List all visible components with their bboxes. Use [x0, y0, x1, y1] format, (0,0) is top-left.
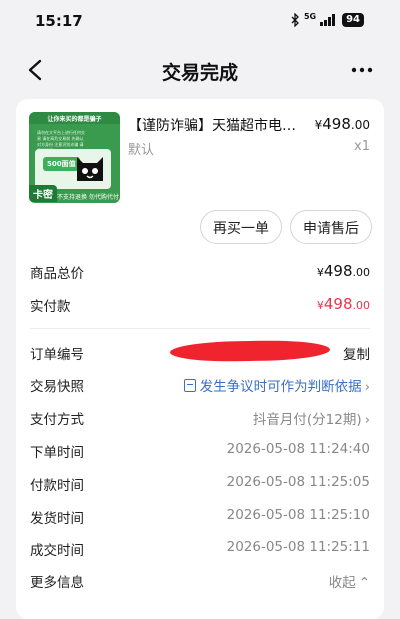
product-image-badge: 卡密 [29, 185, 57, 202]
status-icons: 5G 94 [290, 13, 364, 27]
completed-time-value: 2026-05-08 11:25:11 [226, 539, 370, 555]
snapshot-icon [183, 379, 196, 392]
rebuy-button[interactable]: 再买一单 [200, 210, 282, 244]
collapse-label: 收起 [328, 575, 356, 591]
total-price-currency: ¥ [316, 266, 324, 279]
product-title[interactable]: 【谨防诈骗】天猫超市电… [128, 115, 312, 135]
total-price-label: 商品总价 [30, 266, 84, 282]
section-divider [30, 328, 370, 329]
total-price-value: ¥498.00 [317, 262, 370, 280]
order-time-row: 下单时间 2026-05-08 11:24:40 [30, 441, 370, 463]
order-card: 让你来买的都是骗子 请勿在大平台上进行任何交易 请在高危交易前 先确认对方身份 … [16, 99, 384, 619]
chevron-right-icon: › [364, 412, 370, 428]
paid-amount-row: 实付款 ¥498.00 [30, 295, 370, 317]
chevron-right-icon: › [364, 379, 370, 395]
payment-time-row: 付款时间 2026-05-08 11:25:05 [30, 474, 370, 496]
status-bar: 15:17 5G 94 [0, 0, 400, 44]
product-image[interactable]: 让你来买的都是骗子 请勿在大平台上进行任何交易 请在高危交易前 先确认对方身份 … [29, 112, 120, 203]
payment-method-row[interactable]: 支付方式 抖音月付(分12期) › [30, 408, 370, 430]
more-info-row[interactable]: 更多信息 收起 ⌃ [30, 571, 370, 593]
battery-indicator: 94 [342, 13, 364, 27]
paid-amount-label: 实付款 [30, 299, 71, 315]
more-options-icon[interactable] [350, 60, 374, 80]
product-spec: 默认 [128, 143, 155, 158]
chevron-up-icon: ⌃ [358, 575, 370, 591]
payment-time-value: 2026-05-08 11:25:05 [226, 474, 370, 490]
status-time: 15:17 [35, 12, 83, 30]
order-number-label: 订单编号 [30, 347, 84, 363]
bluetooth-icon [291, 13, 299, 27]
collapse-toggle[interactable]: 收起 ⌃ [329, 571, 370, 591]
order-number-row: 订单编号 复制 [30, 339, 370, 365]
snapshot-row[interactable]: 交易快照 发生争议时可作为判断依据 › [30, 375, 370, 397]
ship-time-label: 发货时间 [30, 511, 84, 527]
paid-amount-integer: 498 [323, 295, 353, 313]
completed-time-row: 成交时间 2026-05-08 11:25:11 [30, 539, 370, 561]
product-image-footer: 不支持退换 勿代购代付 [57, 194, 119, 201]
product-quantity: x1 [354, 139, 370, 154]
tmall-cat-icon [77, 157, 103, 181]
product-image-caption: 让你来买的都是骗子 [47, 116, 102, 123]
snapshot-value: 发生争议时可作为判断依据 [199, 379, 362, 395]
redaction-mark [169, 339, 331, 363]
more-info-label: 更多信息 [30, 575, 84, 591]
paid-amount-value: ¥498.00 [317, 295, 370, 313]
product-price-decimal: .00 [350, 118, 370, 132]
network-label: 5G [303, 12, 317, 21]
snapshot-label: 交易快照 [30, 379, 84, 395]
signal-icon [320, 14, 336, 26]
paid-amount-decimal: .00 [352, 299, 371, 312]
ship-time-value: 2026-05-08 11:25:10 [226, 507, 370, 523]
total-price-decimal: .00 [352, 266, 371, 279]
gift-card-face: 500面值 [35, 149, 111, 189]
completed-time-label: 成交时间 [30, 543, 84, 559]
total-price-row: 商品总价 ¥498.00 [30, 262, 370, 284]
after-sale-button[interactable]: 申请售后 [290, 210, 372, 244]
page-title: 交易完成 [161, 62, 238, 84]
product-price-integer: 498 [322, 115, 351, 133]
paid-amount-currency: ¥ [316, 299, 324, 312]
payment-time-label: 付款时间 [30, 478, 84, 494]
snapshot-link[interactable]: 发生争议时可作为判断依据 › [183, 375, 370, 395]
order-time-label: 下单时间 [30, 445, 84, 461]
copy-order-number-button[interactable]: 复制 [343, 343, 370, 363]
payment-method-label: 支付方式 [30, 412, 84, 428]
payment-method-link[interactable]: 抖音月付(分12期) › [253, 408, 370, 428]
nav-bar: 交易完成 [0, 44, 400, 96]
product-price: ¥498.00 [315, 115, 370, 133]
payment-method-value: 抖音月付(分12期) [252, 412, 362, 428]
total-price-integer: 498 [323, 262, 353, 280]
order-time-value: 2026-05-08 11:24:40 [226, 441, 370, 457]
ship-time-row: 发货时间 2026-05-08 11:25:10 [30, 507, 370, 529]
